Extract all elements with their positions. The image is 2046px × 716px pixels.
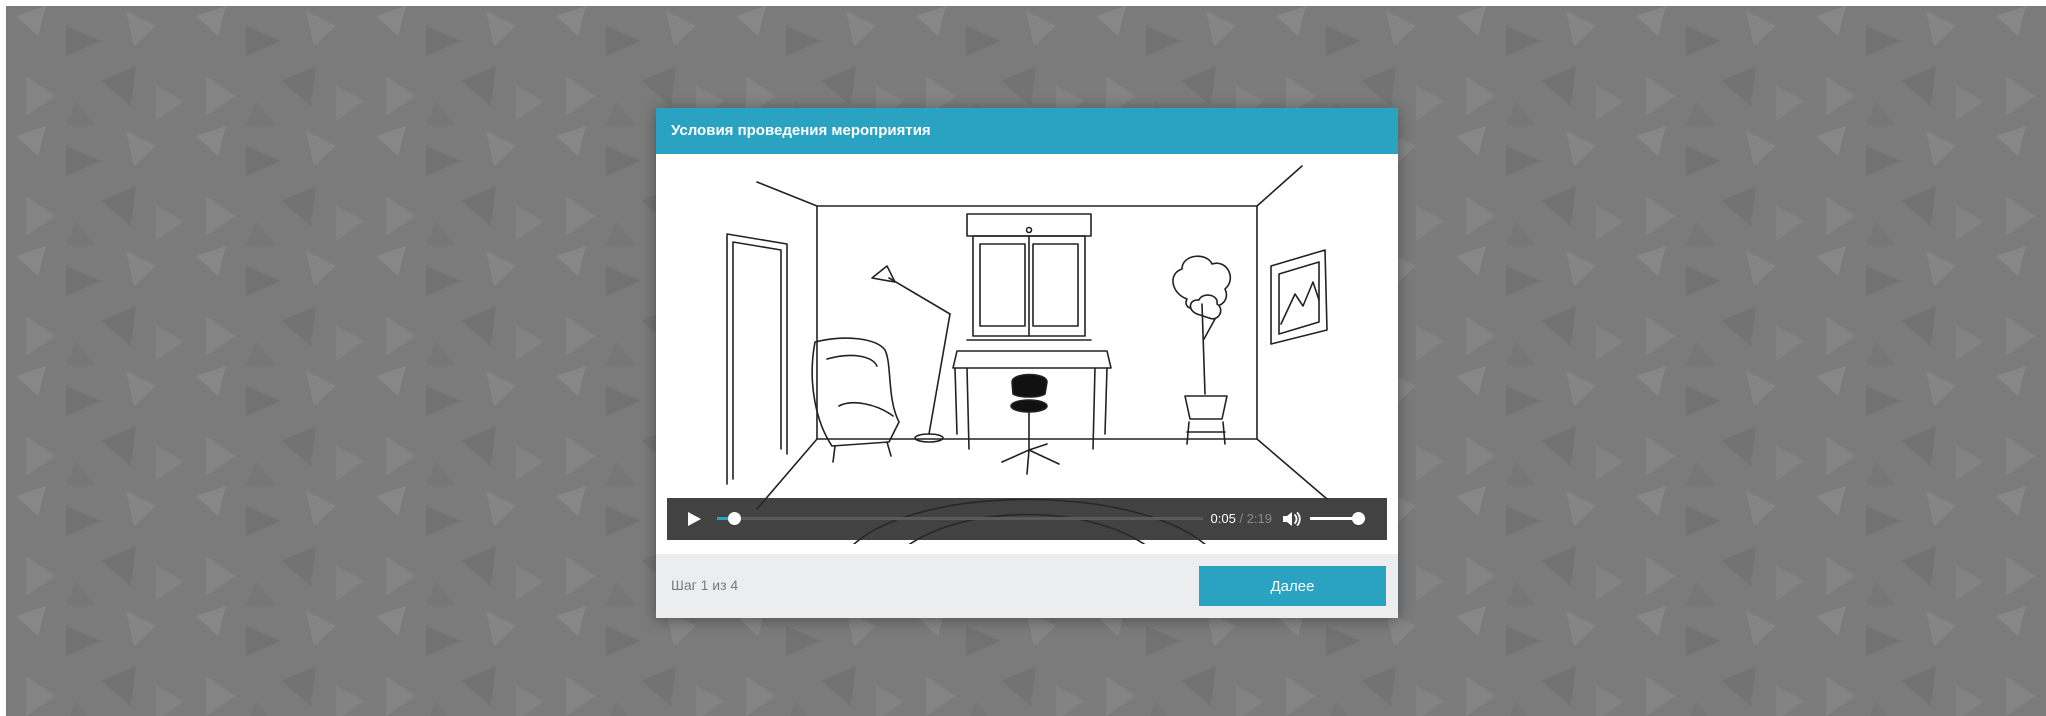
time-display: 0:05 / 2:19 [1192, 511, 1272, 526]
progress-handle[interactable] [728, 512, 742, 525]
play-button[interactable] [685, 510, 703, 528]
next-button[interactable]: Далее [1199, 566, 1386, 606]
progress-bar[interactable] [717, 512, 1203, 525]
mute-button[interactable] [1281, 509, 1303, 529]
current-time: 0:05 [1210, 511, 1236, 526]
page: Условия проведения мероприятия 0:05 / 2:… [0, 0, 2046, 716]
volume-fill [1310, 517, 1358, 520]
room-illustration [726, 165, 1328, 544]
video-player[interactable]: 0:05 / 2:19 [667, 154, 1387, 544]
time-separator: / [1235, 511, 1247, 526]
speaker-icon [1283, 512, 1301, 526]
step-indicator: Шаг 1 из 4 [671, 577, 739, 593]
volume-slider[interactable] [1310, 512, 1366, 525]
duration: 2:19 [1246, 511, 1272, 526]
volume-handle[interactable] [1351, 512, 1365, 525]
play-icon [688, 512, 701, 526]
dialog-title: Условия проведения мероприятия [656, 108, 1398, 154]
event-conditions-dialog: Условия проведения мероприятия 0:05 / 2:… [656, 108, 1398, 618]
video-controls: 0:05 / 2:19 [667, 498, 1387, 540]
dialog-footer: Шаг 1 из 4 Далее [656, 554, 1398, 618]
